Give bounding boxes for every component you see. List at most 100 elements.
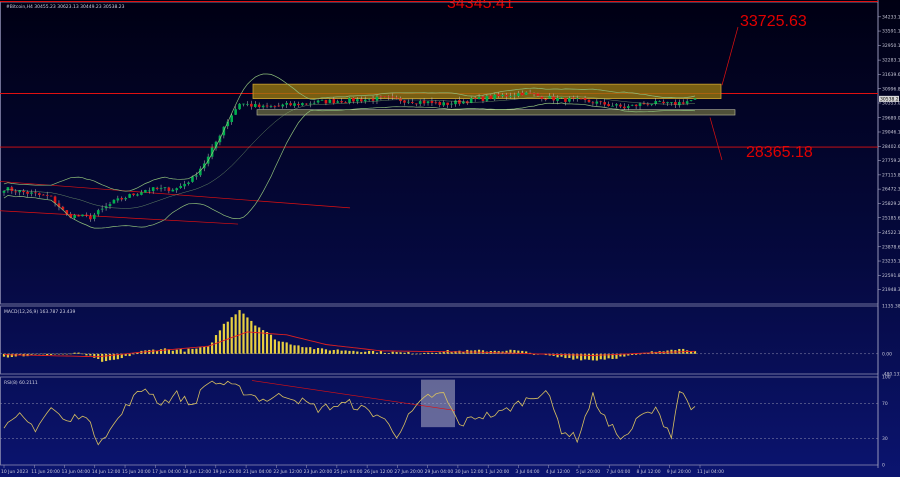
candle-body (666, 102, 669, 103)
x-tick-label: 7 Jul 04:00 (606, 469, 630, 475)
candle-body (591, 102, 595, 104)
candle-body (552, 96, 555, 101)
macd-bar (93, 353, 96, 358)
price-y-tick-label: 31639.60 (882, 72, 900, 78)
x-tick-label: 26 Jun 12:00 (364, 469, 393, 475)
chart-canvas[interactable]: #Bitcoin,H4 30455.23 30623.13 30449.23 3… (0, 0, 900, 477)
lower-level-label: 28365.18 (746, 144, 813, 161)
candle-body (379, 96, 383, 98)
macd-bar (281, 341, 284, 354)
macd-bar (415, 353, 418, 355)
candle-body (273, 106, 277, 107)
macd-bar (152, 349, 155, 354)
candle-body (116, 198, 120, 201)
macd-bar (340, 350, 343, 354)
candle-body (175, 188, 179, 191)
macd-bar (305, 347, 308, 354)
macd-bar (364, 351, 367, 354)
macd-bar (234, 314, 237, 354)
macd-bar (132, 353, 135, 355)
macd-bar (203, 346, 206, 354)
candle-body (136, 194, 139, 196)
candle-body (297, 103, 300, 106)
candle-body (281, 104, 285, 107)
macd-bar (222, 323, 225, 354)
macd-bar (422, 352, 426, 354)
price-y-tick-label: 22591.80 (882, 273, 900, 279)
macd-bar (595, 353, 598, 361)
macd-bar (411, 353, 414, 355)
candle-body (352, 97, 355, 102)
price-y-tick-label: 27115.80 (882, 172, 900, 178)
candle-body (607, 104, 610, 106)
x-tick-label: 11 Jul 04:00 (697, 469, 724, 475)
macd-bar (450, 352, 453, 354)
macd-bar (258, 327, 261, 354)
candle-body (100, 208, 104, 210)
macd-bar (686, 350, 689, 354)
candle-body (391, 96, 394, 98)
macd-bar (57, 353, 61, 355)
x-tick-label: 3 Jul 04:00 (515, 469, 539, 475)
candle-body (387, 96, 391, 98)
candle-body (257, 104, 261, 107)
candle-body (2, 190, 6, 193)
macd-bar (175, 349, 178, 354)
candle-body (344, 102, 347, 104)
price-y-tick-label: 28402.60 (882, 144, 900, 150)
rsi-header: RSI(8) 60.2111 (4, 380, 38, 386)
rsi-y-tick-label: 0 (882, 463, 885, 469)
candle-body (250, 103, 253, 107)
candle-body (151, 187, 155, 192)
macd-bar (89, 353, 92, 356)
macd-bar (285, 342, 288, 354)
candle-body (367, 98, 371, 100)
candle-body (489, 95, 493, 100)
candle-body (524, 92, 528, 95)
x-tick-label: 4 Jul 12:00 (546, 469, 570, 475)
macd-bar (336, 349, 339, 354)
candle-body (324, 99, 328, 104)
macd-bar (230, 317, 233, 354)
candle-body (305, 103, 308, 105)
candle-body (171, 189, 175, 192)
x-tick-label: 1 Jul 20:00 (485, 469, 509, 475)
candle-body (45, 195, 49, 197)
candle-body (230, 115, 234, 123)
x-tick-label: 19 Jun 20:00 (213, 469, 242, 475)
macd-bar (301, 347, 304, 354)
rsi-y-tick-label: 30 (882, 436, 888, 442)
candle-body (316, 100, 320, 103)
macd-bar (576, 353, 579, 359)
candle-body (528, 92, 532, 94)
rsi-highlight-box (421, 379, 455, 428)
price-y-tick-label: 23878.60 (882, 244, 900, 250)
macd-bar (320, 348, 324, 354)
candle-body (422, 100, 426, 104)
macd-bar (38, 353, 41, 355)
candle-body (132, 193, 135, 196)
candle-body (242, 103, 245, 105)
candle-body (579, 98, 583, 100)
candle-body (497, 94, 500, 97)
candle-body (108, 204, 112, 207)
candle-body (363, 99, 367, 102)
candle-body (418, 101, 422, 104)
rsi-y-tick-label: 70 (882, 401, 888, 407)
candle-body (93, 214, 96, 219)
macd-bar (207, 346, 210, 354)
macd-bar (399, 352, 402, 354)
x-tick-label: 11 Jun 20:00 (31, 469, 60, 475)
candle-body (477, 97, 481, 100)
macd-bar (293, 345, 296, 354)
candle-body (167, 187, 171, 191)
macd-bar (328, 350, 331, 354)
candle-body (163, 187, 167, 188)
candle-body (340, 101, 343, 103)
x-tick-label: 30 Jun 12:00 (455, 469, 484, 475)
candle-body (234, 109, 237, 115)
macd-bar (297, 345, 300, 354)
macd-header: MACD(12,26,9) 163.787 23.439 (4, 309, 76, 315)
candle-body (375, 96, 379, 101)
candle-body (568, 98, 571, 102)
